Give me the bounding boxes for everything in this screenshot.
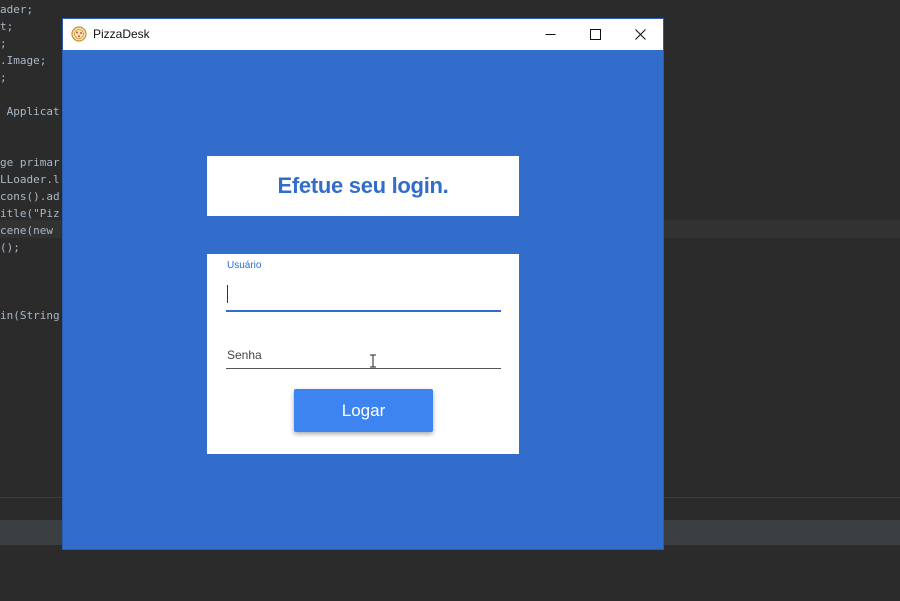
ide-code-line: Applicat (0, 105, 60, 118)
login-heading-card: Efetue seu login. (207, 156, 519, 216)
window-titlebar[interactable]: PizzaDesk (63, 19, 663, 50)
window-title: PizzaDesk (93, 27, 150, 41)
i-beam-cursor-icon (370, 354, 376, 368)
username-label: Usuário (227, 260, 262, 271)
login-form-card: Usuário Logar (207, 254, 519, 454)
username-input[interactable] (226, 278, 501, 312)
ide-code-line: ader; (0, 3, 34, 16)
pizza-icon (71, 26, 87, 42)
ide-code-line: (); (0, 241, 20, 254)
ide-code-line: cons().ad (0, 190, 60, 203)
ide-code-line: itle("Piz (0, 207, 60, 220)
pizzadesk-window: PizzaDesk Efetue seu login. Usuário Loga… (62, 18, 664, 550)
close-button[interactable] (617, 19, 663, 50)
login-heading: Efetue seu login. (277, 173, 449, 198)
minimize-button[interactable] (527, 19, 573, 50)
maximize-button[interactable] (572, 19, 618, 50)
minimize-icon (545, 34, 555, 35)
ide-code-line: .Image; (0, 54, 47, 67)
ide-code-line: LLoader.l (0, 173, 60, 186)
maximize-icon (589, 29, 601, 40)
ide-code-line: ; (0, 37, 7, 50)
close-icon (634, 29, 646, 40)
ide-code-line: ; (0, 71, 7, 84)
password-input[interactable] (226, 342, 501, 369)
login-button[interactable]: Logar (294, 389, 433, 432)
ide-code-line: cene(new (0, 224, 60, 237)
text-caret (227, 285, 228, 303)
ide-code-line: t; (0, 20, 14, 33)
ide-code-line: ge primar (0, 156, 60, 169)
ide-code-line: in(String (0, 309, 60, 322)
